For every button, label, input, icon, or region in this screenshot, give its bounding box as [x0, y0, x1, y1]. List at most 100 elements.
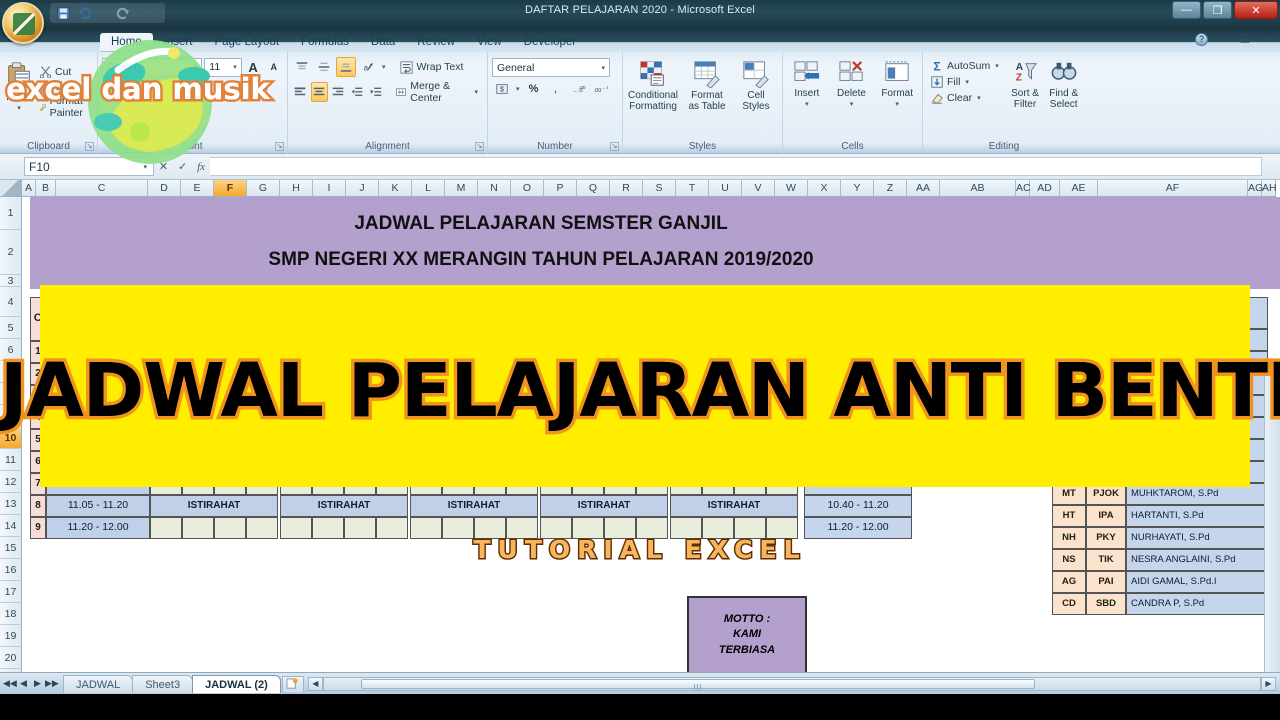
format-as-table-button[interactable]: Format as Table: [683, 58, 731, 112]
row-header-19[interactable]: 19: [0, 625, 22, 647]
number-format-caret-icon[interactable]: ▾: [599, 64, 607, 72]
sheet-tab-jadwal[interactable]: JADWAL: [63, 674, 134, 693]
number-format-combo[interactable]: General ▾: [492, 58, 610, 77]
tab-review[interactable]: Review: [406, 33, 466, 52]
close-button[interactable]: ✕: [1234, 1, 1278, 19]
sheet-tab-sheet3[interactable]: Sheet3: [132, 674, 194, 693]
column-header-t[interactable]: T: [676, 180, 709, 197]
tab-developer[interactable]: Developer: [513, 33, 587, 52]
close-window-icon[interactable]: ✕: [1260, 32, 1274, 46]
istirahat-kamis-8[interactable]: ISTIRAHAT: [540, 495, 668, 517]
alignment-dialog-launcher[interactable]: ↘: [475, 142, 484, 151]
minimize-button[interactable]: —: [1172, 1, 1201, 19]
insert-worksheet-button[interactable]: [281, 675, 304, 692]
increase-decimal-button[interactable]: ←.0.00: [568, 79, 588, 99]
hscroll-left-icon[interactable]: ◀: [307, 676, 323, 691]
find-select-button[interactable]: Find & Select: [1046, 58, 1081, 110]
hscroll-right-icon[interactable]: ▶: [1261, 676, 1276, 691]
nav-prev-icon[interactable]: ◀: [17, 678, 30, 689]
conditional-formatting-button[interactable]: Conditional Formatting: [627, 58, 679, 112]
weekday-time-8[interactable]: 11.05 - 11.20: [46, 495, 150, 517]
row-header-13[interactable]: 13: [0, 493, 22, 515]
row-header-12[interactable]: 12: [0, 471, 22, 493]
teacher-kd-12[interactable]: CD: [1052, 593, 1086, 615]
number-dialog-launcher[interactable]: ↘: [610, 142, 619, 151]
row-header-5[interactable]: 5: [0, 317, 22, 339]
insert-caret-icon[interactable]: ▾: [803, 99, 811, 110]
merge-center-caret-icon[interactable]: ▾: [473, 88, 481, 96]
orientation-button[interactable]: a: [358, 57, 378, 77]
format-cells-button[interactable]: Format ▾: [876, 58, 918, 110]
comma-button[interactable]: ,: [546, 79, 566, 99]
column-header-g[interactable]: G: [247, 180, 280, 197]
sheet-tab-jadwal2[interactable]: JADWAL (2): [192, 674, 281, 693]
font-dialog-launcher[interactable]: ↘: [275, 142, 284, 151]
restore-window-icon[interactable]: ❐: [1238, 32, 1252, 46]
undo-caret-icon[interactable]: ▾: [100, 9, 108, 17]
fill-button[interactable]: Fill ▾: [927, 74, 1004, 90]
align-bottom-button[interactable]: [336, 57, 356, 77]
row-header-17[interactable]: 17: [0, 581, 22, 603]
window-buttons[interactable]: — ❐ ✕: [1172, 1, 1278, 19]
column-header-p[interactable]: P: [544, 180, 577, 197]
column-header-l[interactable]: L: [412, 180, 445, 197]
column-header-d[interactable]: D: [148, 180, 181, 197]
column-header-w[interactable]: W: [775, 180, 808, 197]
column-header-ad[interactable]: AD: [1030, 180, 1060, 197]
teacher-nama-12[interactable]: CANDRA P, S.Pd: [1126, 593, 1268, 615]
teacher-mp-8[interactable]: IPA: [1086, 505, 1126, 527]
fill-caret-icon[interactable]: ▾: [963, 78, 971, 86]
align-middle-button[interactable]: [314, 57, 334, 77]
sort-filter-button[interactable]: A Z Sort & Filter: [1008, 58, 1043, 110]
cell-styles-button[interactable]: Cell Styles: [735, 58, 777, 112]
merge-center-button[interactable]: Merge & Center ▾: [392, 79, 483, 105]
column-header-i[interactable]: I: [313, 180, 346, 197]
row-header-1[interactable]: 1: [0, 197, 22, 230]
quick-access-toolbar[interactable]: ▾ ▾ ▾: [50, 3, 165, 23]
decrease-indent-button[interactable]: [349, 82, 366, 102]
teacher-nama-8[interactable]: HARTANTI, S.Pd: [1126, 505, 1268, 527]
format-caret-icon[interactable]: ▾: [893, 99, 901, 110]
undo-icon[interactable]: [78, 6, 93, 21]
increase-indent-button[interactable]: [367, 82, 384, 102]
teacher-nama-11[interactable]: AIDI GAMAL, S.Pd.I: [1126, 571, 1268, 593]
select-all-corner[interactable]: [0, 180, 22, 197]
teacher-kd-11[interactable]: AG: [1052, 571, 1086, 593]
align-right-button[interactable]: [330, 82, 347, 102]
redo-caret-icon[interactable]: ▾: [137, 9, 145, 17]
help-icon[interactable]: ?: [1195, 32, 1208, 46]
column-header-b[interactable]: B: [36, 180, 56, 197]
tab-data[interactable]: Data: [360, 33, 406, 52]
hscroll-track[interactable]: [322, 676, 1261, 691]
column-header-q[interactable]: Q: [577, 180, 610, 197]
column-header-r[interactable]: R: [610, 180, 643, 197]
teacher-mp-12[interactable]: SBD: [1086, 593, 1126, 615]
column-header-ae[interactable]: AE: [1060, 180, 1098, 197]
autosum-caret-icon[interactable]: ▾: [993, 62, 1001, 70]
nav-last-icon[interactable]: ▶▶: [45, 678, 59, 689]
wrap-text-button[interactable]: Wrap Text: [396, 59, 467, 76]
sheet-nav-buttons[interactable]: ◀◀ ◀ ▶ ▶▶: [0, 678, 63, 689]
row-header-3[interactable]: 3: [0, 275, 22, 287]
row-header-14[interactable]: 14: [0, 515, 22, 537]
column-header-v[interactable]: V: [742, 180, 775, 197]
delete-cells-button[interactable]: Delete ▾: [831, 58, 873, 110]
column-header-e[interactable]: E: [181, 180, 214, 197]
maximize-button[interactable]: ❐: [1203, 1, 1232, 19]
font-size-caret-icon[interactable]: ▾: [231, 63, 239, 71]
qat-customize-icon[interactable]: ▾: [151, 9, 159, 17]
istirahat-senin-8[interactable]: ISTIRAHAT: [150, 495, 278, 517]
nav-first-icon[interactable]: ◀◀: [3, 678, 17, 689]
delete-caret-icon[interactable]: ▾: [848, 99, 856, 110]
clear-button[interactable]: Clear ▾: [927, 90, 1004, 106]
orientation-caret-icon[interactable]: ▾: [380, 63, 388, 71]
redo-icon[interactable]: [115, 6, 130, 21]
row-header-20[interactable]: 20: [0, 647, 22, 669]
column-header-o[interactable]: O: [511, 180, 544, 197]
column-header-af[interactable]: AF: [1098, 180, 1248, 197]
align-center-button[interactable]: [310, 82, 328, 102]
row-no-8[interactable]: 8: [30, 495, 46, 517]
currency-caret-icon[interactable]: ▾: [514, 85, 522, 93]
column-header-aa[interactable]: AA: [907, 180, 940, 197]
teacher-mp-11[interactable]: PAI: [1086, 571, 1126, 593]
